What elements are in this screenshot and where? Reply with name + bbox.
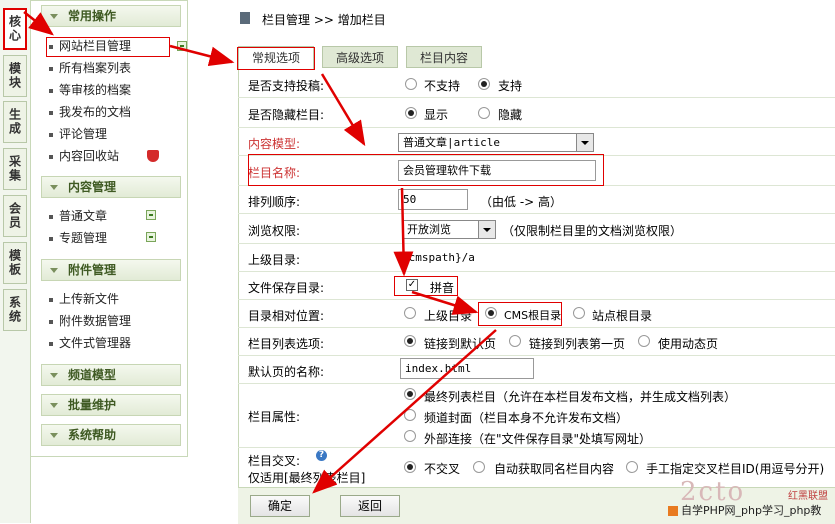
annotation-arrows [23, 11, 497, 494]
annotation-arrow [312, 329, 497, 494]
annotation-arrow [411, 290, 479, 315]
annotation-arrow [23, 11, 54, 36]
annotation-arrow [169, 44, 235, 67]
annotation-arrow [320, 73, 366, 147]
annotation-arrow [393, 187, 414, 277]
